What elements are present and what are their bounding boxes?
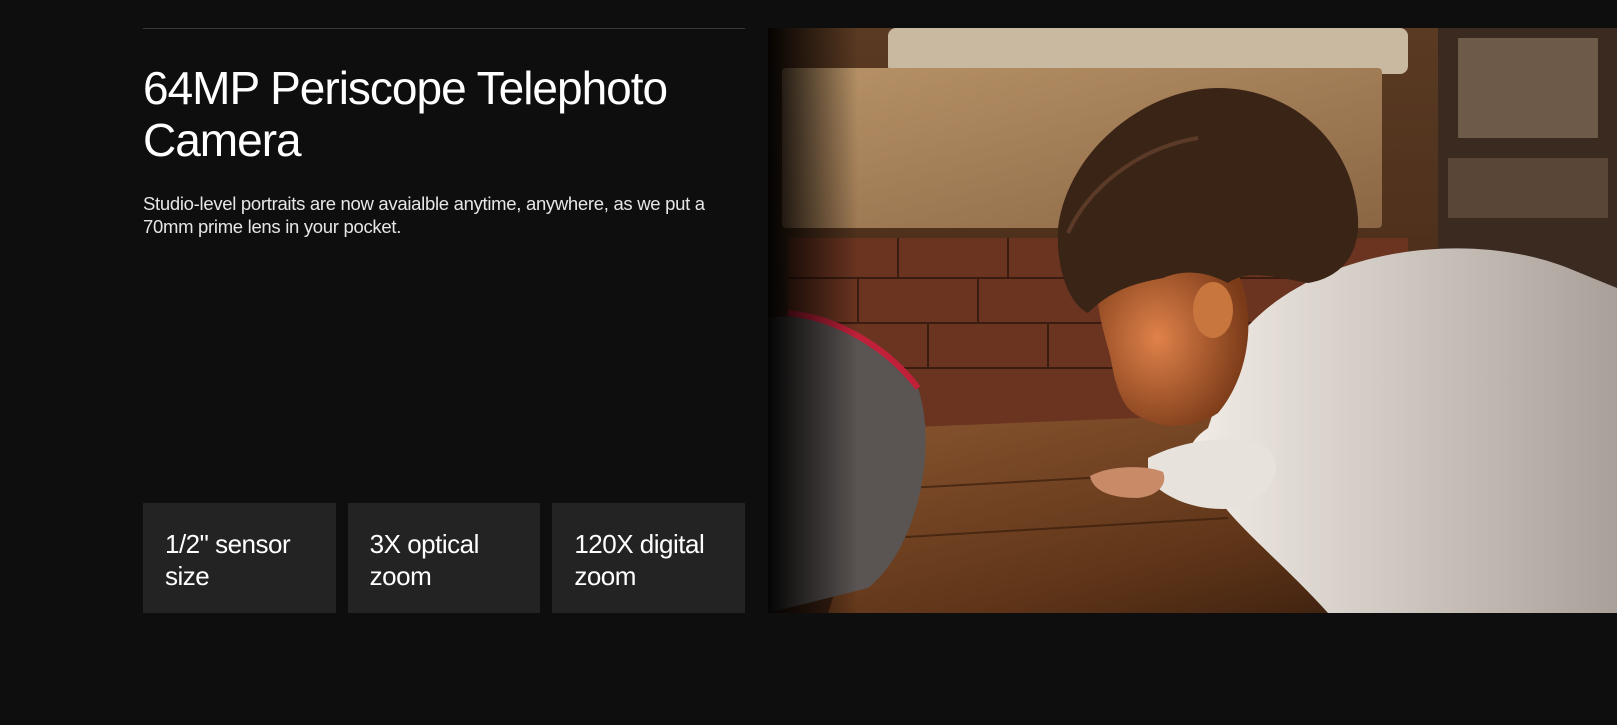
feature-text-panel: 64MP Periscope Telephoto Camera Studio-l… <box>143 28 746 613</box>
spec-card-optical-zoom: 3X optical zoom <box>347 503 541 613</box>
spec-cards: 1/2" sensor size 3X optical zoom 120X di… <box>143 503 746 613</box>
spec-card-sensor: 1/2" sensor size <box>143 503 336 613</box>
feature-title: 64MP Periscope Telephoto Camera <box>143 62 668 166</box>
top-divider <box>143 28 745 29</box>
camera-feature-section: 64MP Periscope Telephoto Camera Studio-l… <box>0 0 1617 725</box>
photo-illustration <box>768 28 1617 613</box>
spec-card-digital-zoom: 120X digital zoom <box>552 503 746 613</box>
telephoto-sample-photo <box>768 28 1617 613</box>
feature-description: Studio-level portraits are now avaialble… <box>143 193 705 237</box>
